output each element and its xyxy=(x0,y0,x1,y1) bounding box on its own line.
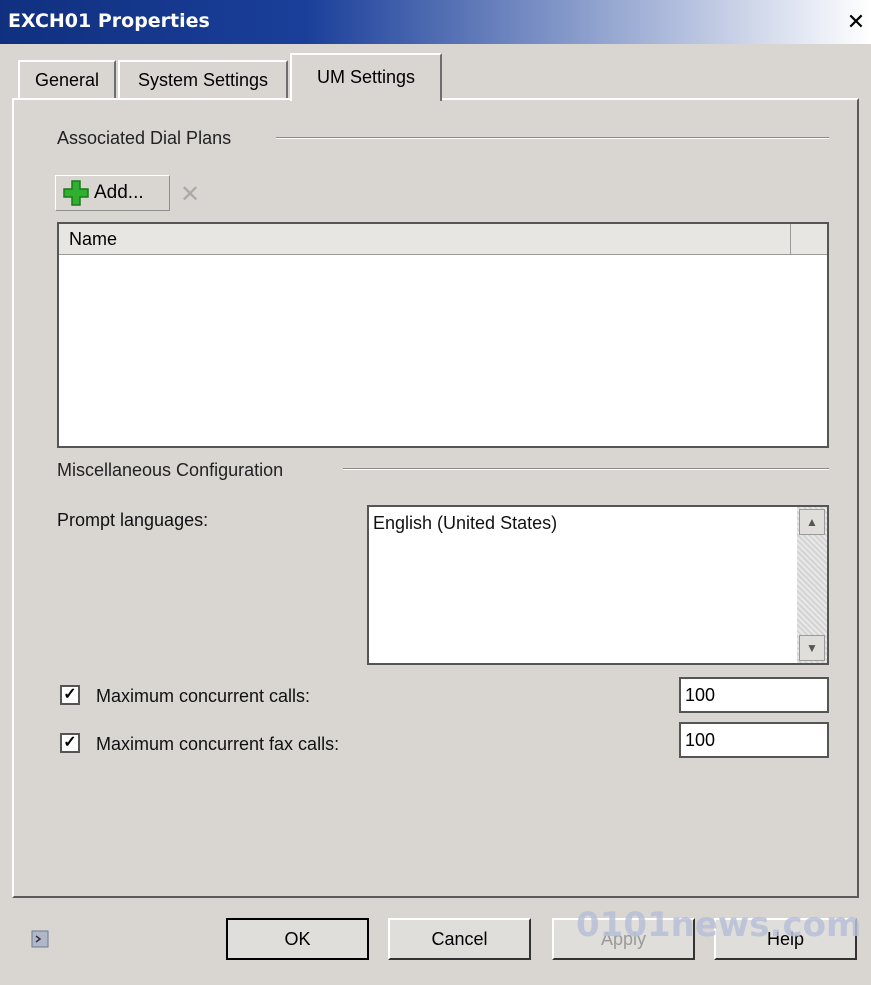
title-bar: EXCH01 Properties ✕ xyxy=(0,0,871,44)
scroll-down-icon[interactable]: ▼ xyxy=(799,635,825,661)
ok-button[interactable]: OK xyxy=(226,918,369,960)
watermark: 0101news.com xyxy=(576,905,862,945)
group-divider xyxy=(276,137,829,139)
command-icon[interactable] xyxy=(30,928,52,950)
max-calls-field[interactable]: 100 xyxy=(679,677,829,713)
scrollbar[interactable]: ▲ ▼ xyxy=(797,507,827,663)
group-divider xyxy=(343,468,829,470)
properties-dialog: EXCH01 Properties ✕ General System Setti… xyxy=(0,0,871,985)
max-calls-label: Maximum concurrent calls: xyxy=(96,686,311,706)
add-button[interactable]: Add... xyxy=(55,175,170,211)
max-fax-label: Maximum concurrent fax calls: xyxy=(96,734,340,754)
tab-system-settings[interactable]: System Settings xyxy=(118,60,288,98)
dial-plans-list[interactable]: Name xyxy=(57,222,829,448)
close-icon[interactable]: ✕ xyxy=(845,12,867,34)
tab-general[interactable]: General xyxy=(18,60,116,98)
misc-config-label: Miscellaneous Configuration xyxy=(57,460,284,480)
tab-panel xyxy=(12,98,859,898)
name-column-header[interactable]: Name xyxy=(59,224,791,254)
add-button-label: Add... xyxy=(94,182,144,203)
tab-um-settings[interactable]: UM Settings xyxy=(290,53,442,101)
prompt-languages-label: Prompt languages: xyxy=(57,510,209,530)
language-item[interactable]: English (United States) xyxy=(373,513,557,534)
max-calls-checkbox[interactable]: ✓ xyxy=(60,685,80,705)
prompt-languages-list[interactable]: English (United States) ▲ ▼ xyxy=(367,505,829,665)
max-fax-checkbox[interactable]: ✓ xyxy=(60,733,80,753)
add-icon xyxy=(63,180,89,206)
list-header: Name xyxy=(59,224,827,255)
max-fax-field[interactable]: 100 xyxy=(679,722,829,758)
window-title: EXCH01 Properties xyxy=(8,10,210,32)
scroll-up-icon[interactable]: ▲ xyxy=(799,509,825,535)
cancel-button[interactable]: Cancel xyxy=(388,918,531,960)
remove-icon[interactable]: ✕ xyxy=(180,180,200,209)
associated-dial-plans-label: Associated Dial Plans xyxy=(57,128,232,148)
